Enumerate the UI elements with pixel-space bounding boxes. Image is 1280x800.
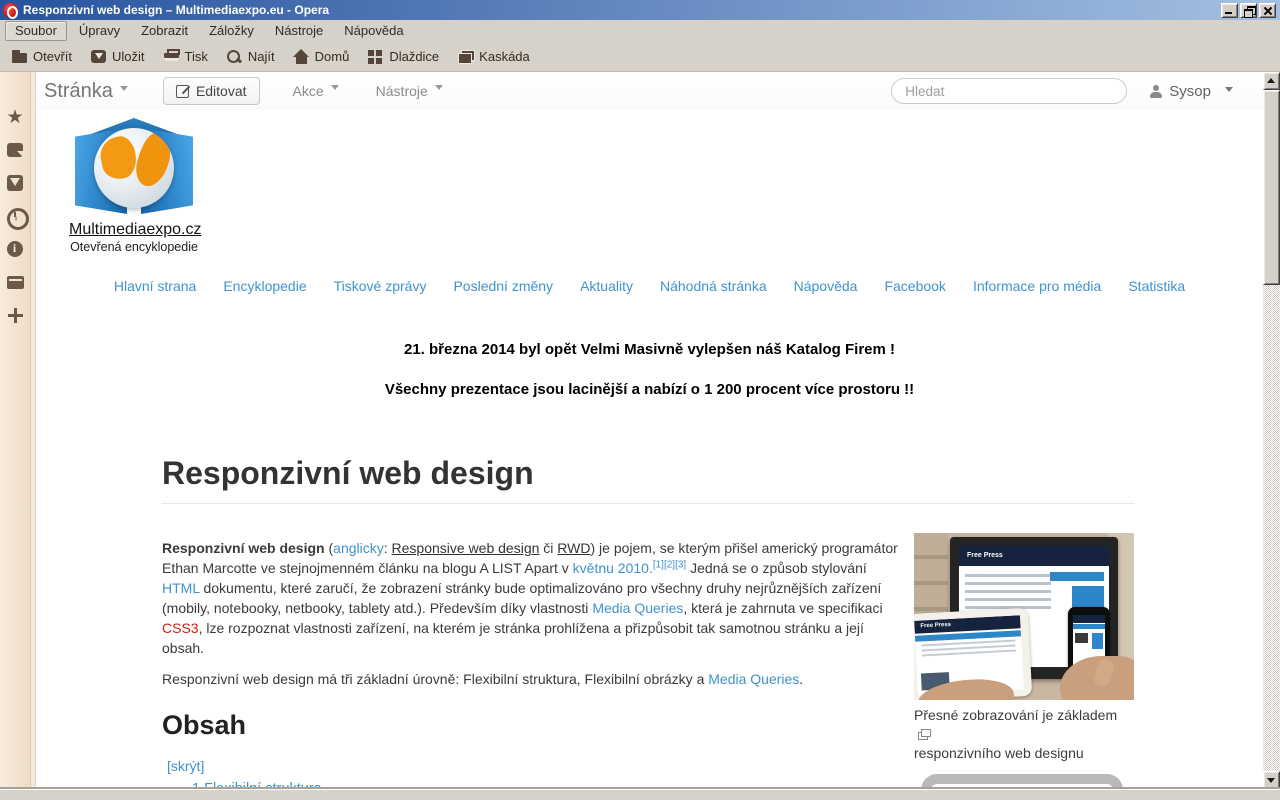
- open-button[interactable]: Otevřít: [9, 47, 74, 66]
- menu-zobrazit[interactable]: Zobrazit: [132, 22, 197, 40]
- figure-caption: Přesné zobrazování je základem responziv…: [914, 706, 1134, 763]
- link-rwd[interactable]: RWD: [557, 540, 590, 556]
- menu-napoveda[interactable]: Nápověda: [335, 22, 412, 40]
- tiles-button[interactable]: Dlaždice: [365, 47, 441, 66]
- globe-icon: [94, 128, 174, 208]
- home-icon: [293, 49, 310, 64]
- tablet-frame-graphic: [921, 774, 1123, 789]
- page-viewport: Stránka Editovat Akce Nástroje Sysop Mul…: [36, 72, 1263, 789]
- search-icon: [226, 49, 243, 64]
- nav-facebook[interactable]: Facebook: [884, 278, 945, 294]
- opera-logo-icon: [3, 3, 18, 18]
- minimize-button[interactable]: [1221, 3, 1238, 18]
- opera-window: Responzivní web design – Multimediaexpo.…: [0, 0, 1280, 800]
- site-name-link[interactable]: Multimediaexpo.cz: [69, 221, 202, 239]
- vertical-scrollbar[interactable]: [1263, 72, 1280, 789]
- menu-soubor[interactable]: Soubor: [5, 21, 67, 41]
- tools-menu[interactable]: Nástroje: [376, 83, 443, 99]
- user-menu[interactable]: Sysop: [1149, 83, 1233, 100]
- window-title: Responzivní web design – Multimediaexpo.…: [23, 3, 1216, 17]
- history-clock-icon[interactable]: [6, 207, 25, 226]
- site-tagline: Otevřená encyklopedie: [69, 240, 199, 254]
- main-navigation: Hlavní strana Encyklopedie Tiskové zpráv…: [36, 278, 1263, 294]
- browser-toolbar: Otevřít Uložit Tisk Najít Domů Dlaždice …: [0, 41, 1280, 72]
- search-input[interactable]: [891, 78, 1127, 104]
- reference-2[interactable]: [2]: [664, 559, 675, 570]
- window-controls: [1221, 3, 1277, 18]
- nav-posledni-zmeny[interactable]: Poslední změny: [453, 278, 553, 294]
- toc-link-flexibilni-struktura[interactable]: 1 Flexibilní struktura: [192, 781, 322, 789]
- actions-menu[interactable]: Akce: [293, 83, 339, 99]
- chevron-down-icon: [331, 85, 339, 94]
- bookmarks-star-icon[interactable]: ★: [6, 108, 25, 127]
- nav-tiskove-zpravy[interactable]: Tiskové zprávy: [334, 278, 427, 294]
- announcement-line-1: 21. března 2014 byl opět Velmi Masivně v…: [36, 341, 1263, 358]
- scroll-down-button[interactable]: [1263, 771, 1280, 789]
- globe-book-logo-icon[interactable]: [75, 118, 193, 216]
- chevron-down-icon: [120, 86, 128, 95]
- announcement-line-2: Všechny prezentace jsou lacinější a nabí…: [36, 381, 1263, 398]
- cascade-button[interactable]: Kaskáda: [455, 47, 532, 66]
- link-html[interactable]: HTML: [162, 580, 200, 596]
- folder-icon: [11, 49, 28, 64]
- print-button[interactable]: Tisk: [161, 47, 210, 66]
- wiki-action-bar: Stránka Editovat Akce Nástroje Sysop: [36, 72, 1263, 110]
- menu-bar: Soubor Úpravy Zobrazit Záložky Nástroje …: [0, 20, 1280, 41]
- edit-button[interactable]: Editovat: [163, 77, 260, 105]
- nav-encyklopedie[interactable]: Encyklopedie: [223, 278, 306, 294]
- link-css3[interactable]: CSS3: [162, 620, 199, 636]
- info-icon[interactable]: [6, 240, 25, 259]
- article: Responzivní web design Free Press: [162, 455, 1134, 789]
- figure-devices: Free Press Free Press: [914, 533, 1134, 763]
- browser-content: ★ Stránka Editovat Akce Nástroje Sysop: [0, 72, 1280, 789]
- link-kvetnu-2010[interactable]: květnu 2010.: [573, 560, 653, 576]
- menu-zalozky[interactable]: Záložky: [200, 22, 263, 40]
- magnify-icon[interactable]: [918, 729, 931, 740]
- nav-hlavni-strana[interactable]: Hlavní strana: [114, 278, 196, 294]
- scrollbar-thumb[interactable]: [1263, 90, 1280, 285]
- titlebar: Responzivní web design – Multimediaexpo.…: [0, 0, 1280, 20]
- print-icon: [163, 49, 180, 64]
- home-button[interactable]: Domů: [291, 47, 352, 66]
- chevron-down-icon: [1225, 87, 1233, 96]
- link-anglicky[interactable]: anglicky: [333, 540, 384, 556]
- reference-3[interactable]: [3]: [675, 559, 686, 570]
- menu-nastroje[interactable]: Nástroje: [266, 22, 332, 40]
- user-icon: [1149, 85, 1162, 98]
- nav-aktuality[interactable]: Aktuality: [580, 278, 633, 294]
- add-panel-icon[interactable]: [6, 306, 25, 325]
- restore-button[interactable]: [1240, 3, 1257, 18]
- find-button[interactable]: Najít: [224, 47, 277, 66]
- notes-icon[interactable]: [6, 141, 25, 160]
- menu-upravy[interactable]: Úpravy: [70, 22, 129, 40]
- cascade-icon: [457, 49, 474, 64]
- link-media-queries-2[interactable]: Media Queries: [708, 671, 799, 687]
- nav-napoveda[interactable]: Nápověda: [794, 278, 858, 294]
- chevron-down-icon: [435, 85, 443, 94]
- nav-nahodna-stranka[interactable]: Náhodná stránka: [660, 278, 767, 294]
- nav-informace-pro-media[interactable]: Informace pro média: [973, 278, 1101, 294]
- reference-1[interactable]: [1]: [653, 559, 664, 570]
- link-media-queries[interactable]: Media Queries: [592, 600, 683, 616]
- downloads-icon[interactable]: [6, 174, 25, 193]
- save-button[interactable]: Uložit: [88, 47, 147, 66]
- link-responsive-web-design[interactable]: Responsive web design: [392, 540, 540, 556]
- page-title: Responzivní web design: [162, 455, 1134, 504]
- responsive-devices-photo[interactable]: Free Press Free Press: [914, 533, 1134, 700]
- scroll-up-button[interactable]: [1263, 72, 1280, 90]
- page-menu[interactable]: Stránka: [44, 80, 128, 103]
- windows-icon[interactable]: [6, 273, 25, 292]
- edit-pencil-icon: [176, 85, 189, 98]
- close-button[interactable]: [1259, 3, 1276, 18]
- figure-tablet-diagram[interactable]: [921, 774, 1123, 789]
- opera-panel-sidebar: ★: [0, 72, 31, 789]
- nav-statistika[interactable]: Statistika: [1128, 278, 1185, 294]
- status-bar: [0, 789, 1280, 800]
- tiles-icon: [367, 49, 384, 64]
- save-icon: [90, 49, 107, 64]
- site-logo: Multimediaexpo.cz Otevřená encyklopedie: [69, 118, 199, 254]
